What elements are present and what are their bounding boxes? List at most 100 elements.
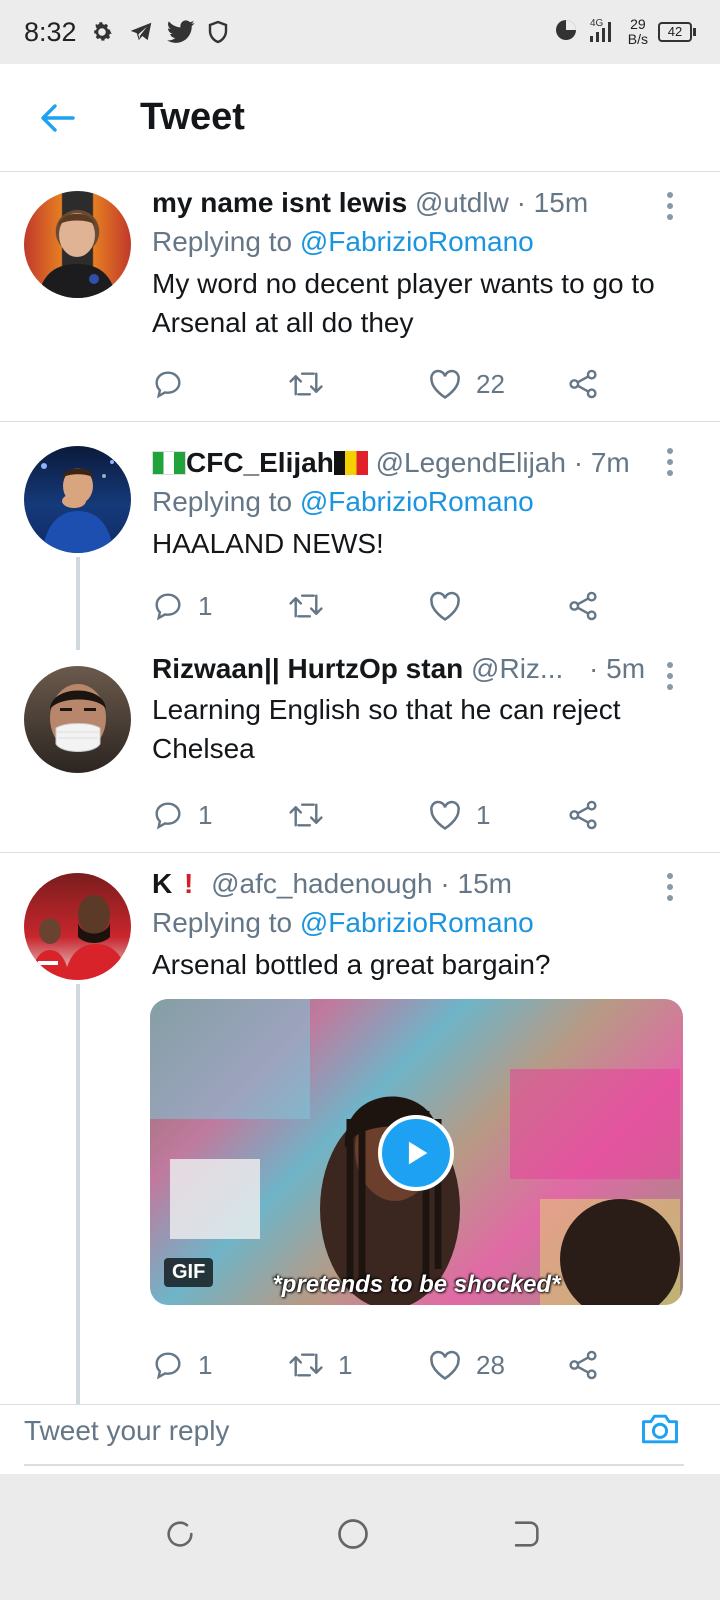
tweet-text: HAALAND NEWS! (152, 528, 384, 559)
retweet-button[interactable] (288, 584, 338, 628)
display-name[interactable]: CFC_Elijah (186, 447, 334, 478)
display-name[interactable]: K (152, 868, 172, 899)
more-vertical-icon (667, 192, 673, 198)
arrow-left-icon (41, 103, 75, 132)
heart-icon (430, 800, 460, 830)
tweet-item[interactable]: CFC_Elijah @LegendElijah · 7m Replying t… (0, 422, 720, 650)
more-options-button[interactable] (660, 448, 680, 476)
more-options-button[interactable] (660, 192, 680, 220)
replying-to-label: Replying to (152, 907, 293, 938)
replying-to: Replying to @FabrizioRomano (152, 222, 697, 262)
gif-caption: *pretends to be shocked* (272, 1271, 561, 1298)
share-button[interactable] (566, 1343, 600, 1387)
reply-button[interactable]: 1 (152, 1343, 212, 1387)
username[interactable]: @afc_hadenough (211, 868, 433, 899)
italy-flag-icon (152, 451, 186, 475)
timestamp: · 5m (589, 653, 646, 684)
tweet-text: Learning English so that he can reject C… (152, 694, 621, 764)
tweet-header: CFC_Elijah @LegendElijah · 7m (152, 444, 697, 482)
like-button[interactable] (428, 584, 476, 628)
back-button[interactable] (26, 87, 88, 149)
reply-button[interactable] (152, 362, 198, 406)
camera-button[interactable] (638, 1407, 682, 1456)
input-underline (24, 1464, 684, 1466)
thread-line (76, 984, 80, 1404)
reply-bubble-icon (155, 371, 181, 399)
retweet-button[interactable] (288, 793, 338, 837)
settings-gear-icon (89, 19, 115, 45)
play-button[interactable] (378, 1115, 454, 1191)
heart-icon (430, 369, 460, 399)
avatar[interactable] (24, 873, 131, 980)
share-button[interactable] (566, 362, 600, 406)
tweet-item[interactable]: my name isnt lewis @utdlw · 15m Replying… (0, 172, 720, 421)
username[interactable]: @LegendElijah (376, 447, 566, 478)
avatar[interactable] (24, 191, 131, 298)
back-nav-button[interactable] (502, 1510, 550, 1558)
avatar[interactable] (24, 446, 131, 553)
recent-apps-button[interactable] (156, 1510, 204, 1558)
retweet-button[interactable] (288, 362, 338, 406)
replying-to: Replying to @FabrizioRomano (152, 482, 697, 522)
app-bar: Tweet (0, 64, 720, 172)
reply-count: 1 (198, 799, 213, 830)
exclamation-emoji: ! (184, 868, 194, 899)
reply-button[interactable]: 1 (152, 793, 212, 837)
reply-count: 1 (198, 1349, 213, 1380)
network-speed-value: 29 (630, 16, 646, 32)
home-button[interactable] (329, 1510, 377, 1558)
more-options-button[interactable] (660, 873, 680, 901)
heart-icon (430, 1350, 460, 1380)
share-icon (569, 369, 597, 399)
mention-link[interactable]: @FabrizioRomano (300, 486, 534, 517)
replying-to: Replying to @FabrizioRomano (152, 903, 697, 943)
avatar[interactable] (24, 666, 131, 773)
retweet-icon (289, 803, 323, 827)
tweet-text: My word no decent player wants to go to … (152, 268, 655, 338)
tweet-item[interactable]: K ! @afc_hadenough · 15m Replying to @Fa… (0, 853, 720, 1404)
like-button[interactable]: 28 (428, 1343, 505, 1387)
twitter-bird-icon (166, 20, 195, 44)
retweet-icon (289, 372, 323, 396)
page-title: Tweet (140, 96, 245, 138)
tweet-item[interactable]: Rizwaan|| HurtzOp stan @Riz... · 5m Lear… (0, 650, 720, 852)
more-options-button[interactable] (660, 662, 680, 690)
display-name[interactable]: my name isnt lewis (152, 187, 407, 218)
retweet-button[interactable]: 1 (288, 1343, 352, 1387)
system-nav-bar (0, 1474, 720, 1600)
mention-link[interactable]: @FabrizioRomano (300, 907, 534, 938)
shield-icon (207, 20, 229, 44)
signal-icon: 4G (588, 16, 618, 49)
display-name[interactable]: Rizwaan|| HurtzOp stan (152, 653, 463, 684)
retweet-count: 1 (338, 1349, 353, 1380)
reply-feed[interactable]: my name isnt lewis @utdlw · 15m Replying… (0, 172, 720, 1404)
timestamp: · 7m (573, 447, 630, 478)
reply-input[interactable]: Tweet your reply (24, 1415, 229, 1447)
share-button[interactable] (566, 584, 600, 628)
network-speed-unit: B/s (627, 31, 648, 47)
tweet-text: Arsenal bottled a great bargain? (152, 949, 551, 980)
reply-button[interactable]: 1 (152, 584, 212, 628)
reply-bubble-icon (155, 593, 181, 621)
gif-media[interactable]: GIF *pretends to be shocked* (150, 999, 683, 1305)
tweet-actions: 1 1 28 (152, 1343, 632, 1387)
home-circle-icon (338, 1519, 368, 1549)
username[interactable]: @Riz... (471, 653, 563, 684)
share-button[interactable] (566, 793, 600, 837)
more-vertical-icon (667, 662, 673, 668)
data-saver-icon (554, 18, 578, 47)
heart-icon (430, 591, 460, 621)
network-speed: 29 B/s (628, 17, 648, 47)
like-count: 22 (476, 368, 505, 399)
username[interactable]: @utdlw (415, 187, 509, 218)
status-time: 8:32 (24, 16, 77, 47)
mention-link[interactable]: @FabrizioRomano (300, 226, 534, 257)
battery-icon: 42 (658, 22, 696, 42)
like-button[interactable]: 1 (428, 793, 490, 837)
camera-icon (642, 1414, 678, 1444)
like-button[interactable]: 22 (428, 362, 505, 406)
reply-composer[interactable]: Tweet your reply (0, 1404, 720, 1474)
replying-to-label: Replying to (152, 486, 293, 517)
replying-to-label: Replying to (152, 226, 293, 257)
tweet-actions: 1 1 (152, 793, 632, 837)
